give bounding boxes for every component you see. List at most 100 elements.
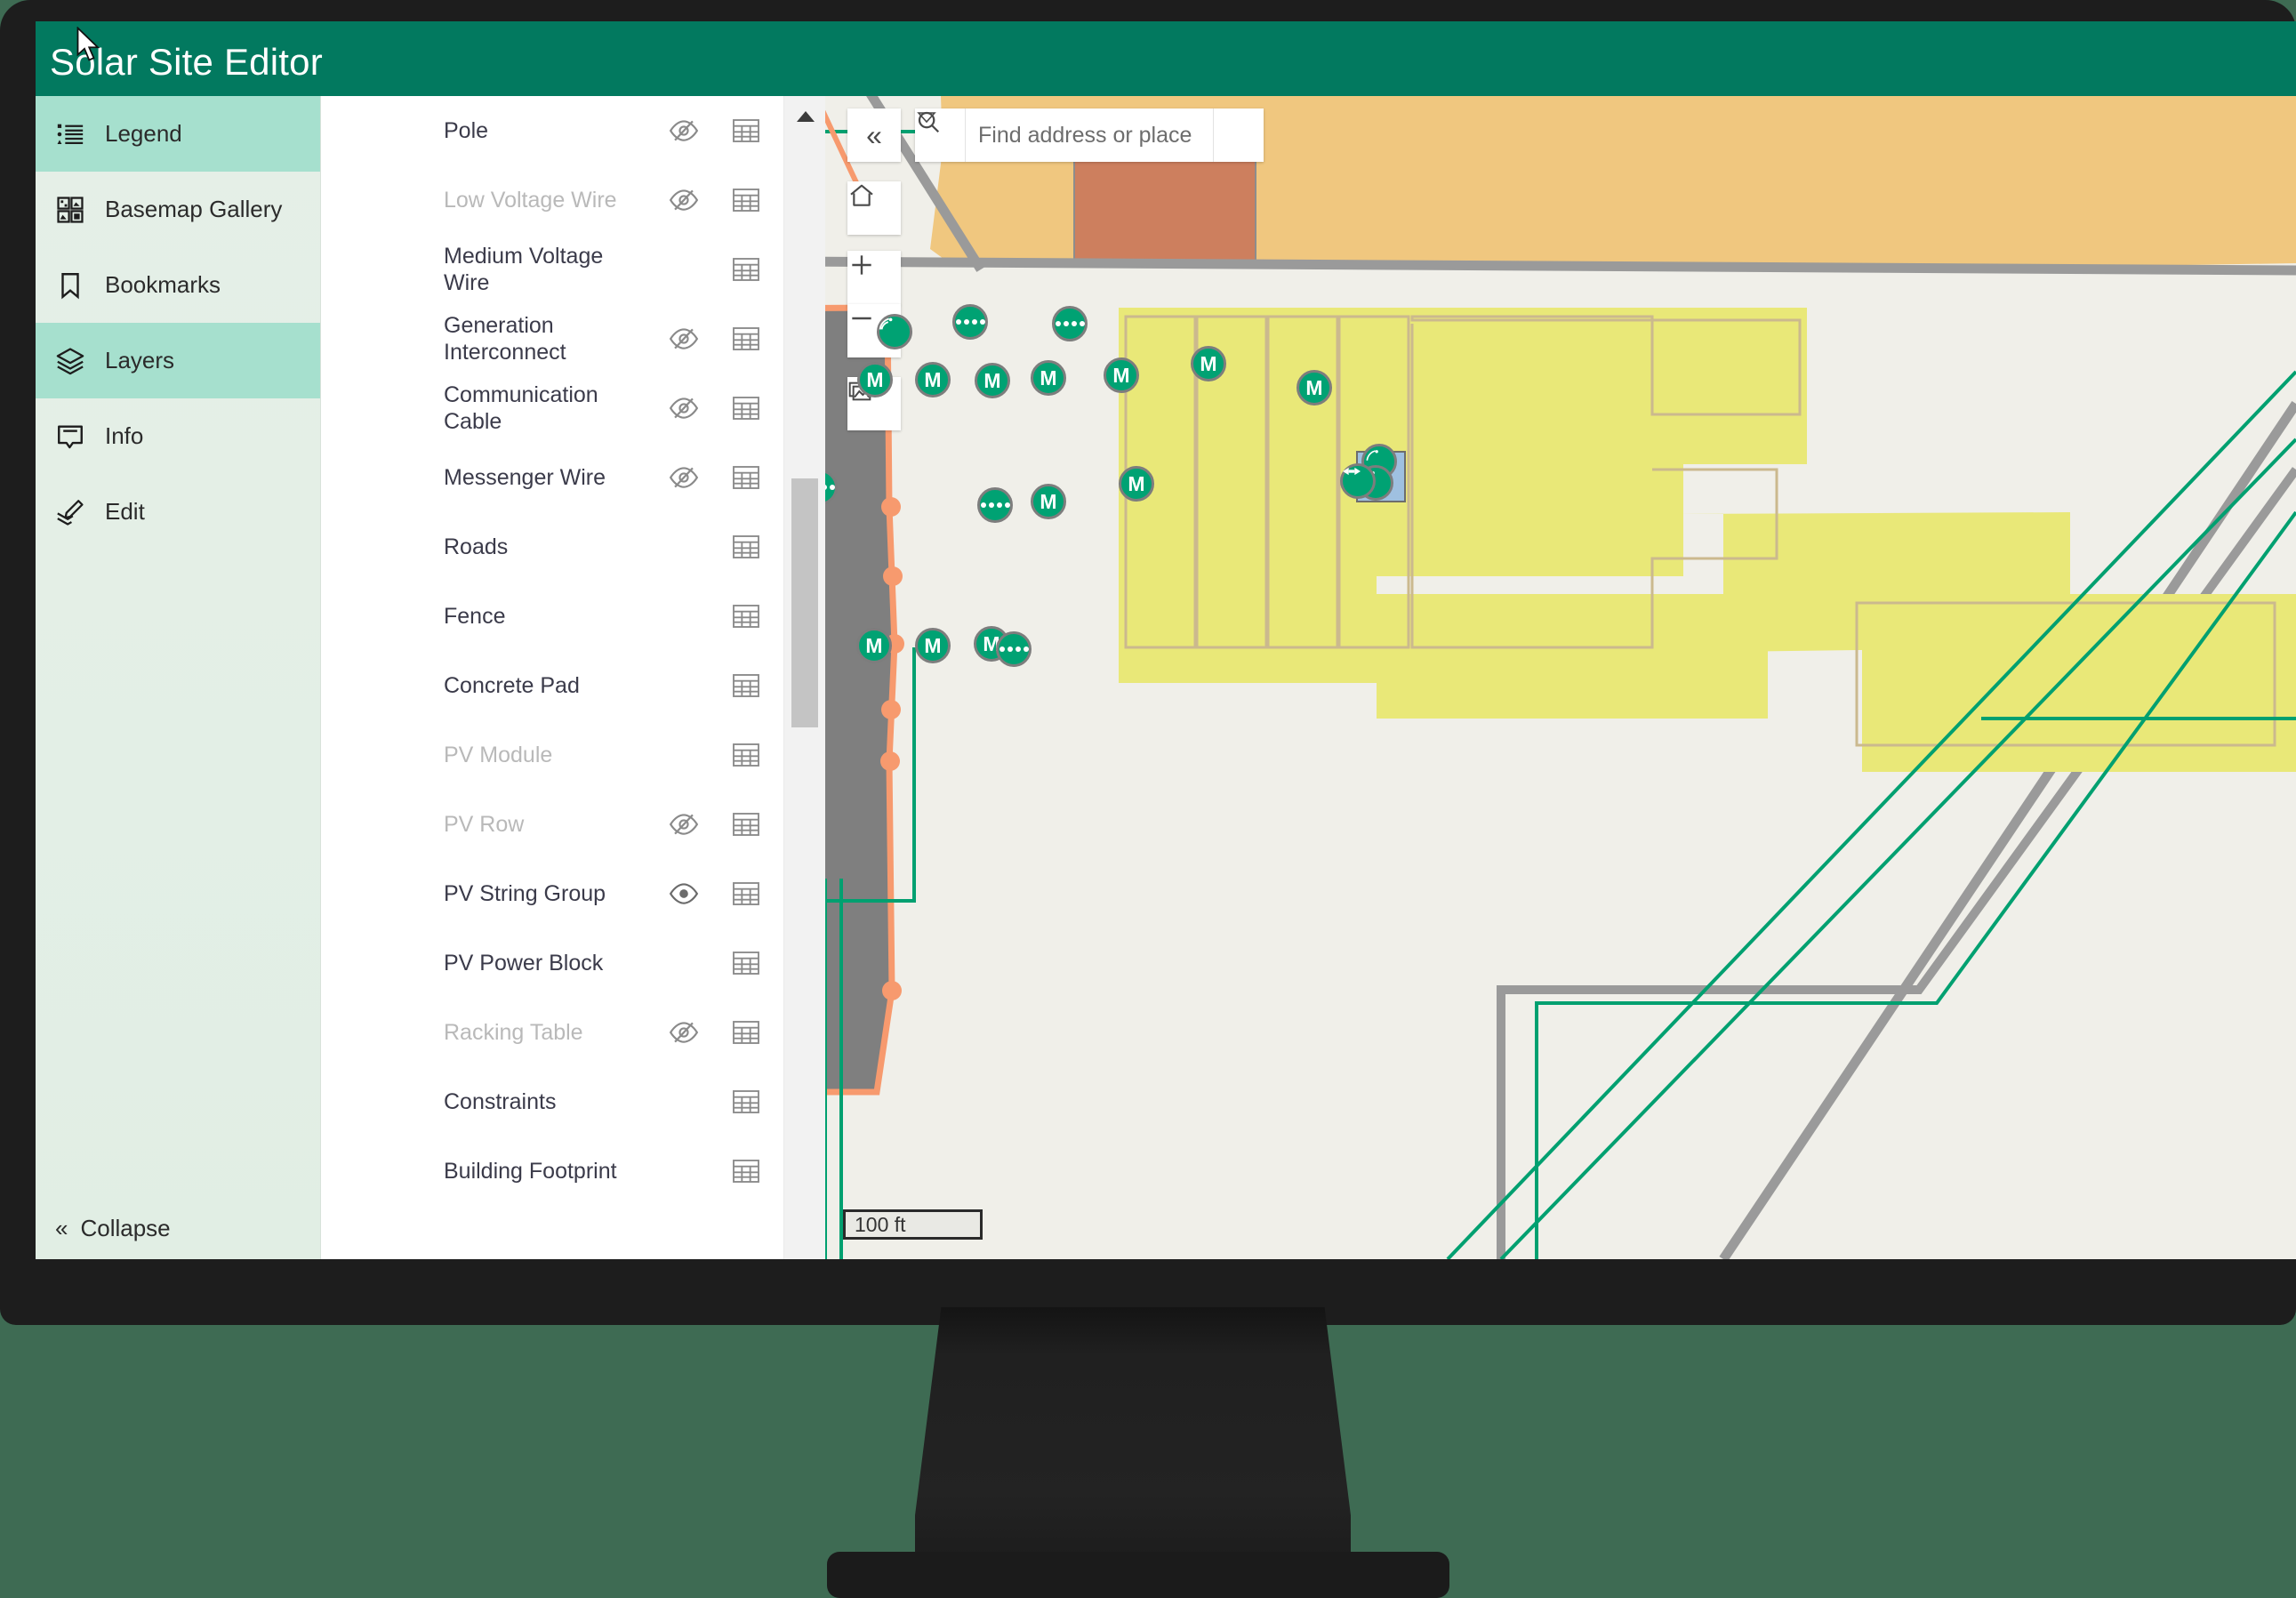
layer-name: Roads	[444, 534, 509, 559]
sidebar-item-bookmarks[interactable]: Bookmarks	[36, 247, 320, 323]
map-marker-dots[interactable]	[996, 631, 1032, 667]
map-marker-m[interactable]: M	[915, 362, 951, 397]
attribute-table-icon[interactable]	[728, 598, 764, 634]
attribute-table-icon[interactable]	[728, 182, 764, 218]
left-sidebar: Legend Basemap Gallery Bookmarks Layers …	[36, 96, 321, 1259]
attribute-table-icon[interactable]	[728, 390, 764, 426]
map-marker-dots[interactable]	[825, 470, 838, 505]
layer-row[interactable]: Pole	[321, 96, 783, 165]
layer-name: Pole	[444, 117, 489, 143]
layer-row[interactable]: Low Voltage Wire	[321, 165, 783, 235]
sidebar-item-layers[interactable]: Layers	[36, 323, 320, 398]
scrollbar-thumb[interactable]	[791, 478, 818, 727]
layer-name: PV String Group	[444, 880, 606, 906]
eye-slash-icon[interactable]	[666, 460, 702, 495]
map-home-button[interactable]	[847, 181, 901, 235]
search-icon[interactable]	[918, 108, 1264, 162]
map-search-bar[interactable]	[915, 108, 1264, 162]
map-marker-m[interactable]: M	[1031, 360, 1066, 396]
chevron-double-left-icon: «	[55, 1214, 68, 1241]
layer-name: Low Voltage Wire	[444, 187, 617, 213]
map-marker-m[interactable]: M	[1104, 357, 1139, 393]
layer-row[interactable]: Messenger Wire	[321, 443, 783, 512]
sidebar-item-info[interactable]: Info	[36, 398, 320, 474]
attribute-table-icon[interactable]	[728, 1084, 764, 1120]
attribute-table-icon[interactable]	[728, 460, 764, 495]
map-canvas[interactable]: « Find address or place M M M M M M M M …	[825, 96, 2296, 1259]
attribute-table-icon[interactable]	[728, 113, 764, 149]
sidebar-item-legend[interactable]: Legend	[36, 96, 320, 172]
layer-row[interactable]: Fence	[321, 582, 783, 651]
sidebar-item-edit[interactable]: Edit	[36, 474, 320, 550]
four-dots-icon	[1055, 321, 1085, 326]
layer-row[interactable]: Medium Voltage Wire	[321, 235, 783, 304]
four-dots-icon	[999, 646, 1029, 652]
attribute-table-icon[interactable]	[728, 252, 764, 287]
attribute-table-icon[interactable]	[728, 876, 764, 911]
layer-row-actions	[659, 1084, 783, 1120]
sidebar-item-label: Edit	[105, 498, 145, 525]
layer-row[interactable]: Generation Interconnect	[321, 304, 783, 373]
info-callout-icon	[55, 419, 96, 454]
scale-label: 100 ft	[855, 1212, 906, 1236]
eye-slash-icon[interactable]	[666, 390, 702, 426]
eye-icon[interactable]	[666, 876, 702, 911]
layer-row[interactable]: Constraints	[321, 1067, 783, 1136]
attribute-table-icon[interactable]	[728, 1153, 764, 1189]
eye-slash-icon[interactable]	[666, 321, 702, 357]
map-scale-bar: 100 ft	[843, 1209, 983, 1240]
monitor: Solar Site Editor Legend Basemap Gallery…	[0, 0, 2296, 1598]
layer-row[interactable]: Communication Cable	[321, 373, 783, 443]
caret-up-icon[interactable]	[784, 101, 826, 132]
layer-row[interactable]: PV String Group	[321, 859, 783, 928]
attribute-table-icon[interactable]	[728, 945, 764, 981]
eye-slash-icon[interactable]	[666, 182, 702, 218]
attribute-table-icon[interactable]	[728, 529, 764, 565]
eye-slash-icon[interactable]	[666, 807, 702, 842]
sidebar-item-basemap-gallery[interactable]: Basemap Gallery	[36, 172, 320, 247]
layer-row[interactable]: Racking Table	[321, 998, 783, 1067]
layer-row[interactable]: PV Module	[321, 720, 783, 790]
map-marker-m[interactable]: M	[1031, 484, 1066, 519]
attribute-table-icon[interactable]	[728, 668, 764, 703]
eye-slash-icon[interactable]	[666, 113, 702, 149]
collapse-sidebar-button[interactable]: « Collapse	[36, 1197, 320, 1259]
pv-power-block-D	[1377, 594, 1768, 719]
attribute-table-icon[interactable]	[728, 1015, 764, 1050]
map-marker-cluster[interactable]	[1340, 444, 1408, 504]
attribute-table-icon[interactable]	[728, 321, 764, 357]
search-input[interactable]	[966, 108, 1213, 162]
map-marker-m[interactable]: M	[857, 362, 893, 397]
layer-row[interactable]: PV Row	[321, 790, 783, 859]
layer-row[interactable]: PV Power Block	[321, 928, 783, 998]
legend-list-icon	[55, 116, 96, 152]
map-marker-dots[interactable]	[1052, 306, 1088, 341]
map-marker-dots[interactable]	[952, 304, 988, 340]
map-marker-m[interactable]: M	[915, 628, 951, 663]
map-marker-m[interactable]: M	[856, 628, 892, 663]
map-marker-m[interactable]: M	[975, 363, 1010, 398]
map-zoom-in-button[interactable]	[847, 251, 901, 305]
sidebar-item-label: Legend	[105, 120, 182, 147]
map-marker-m[interactable]: M	[1191, 346, 1226, 381]
map-marker-m[interactable]: M	[1119, 466, 1154, 502]
layer-row-actions	[659, 598, 783, 634]
attribute-table-icon[interactable]	[728, 737, 764, 773]
eye-slash-icon[interactable]	[666, 1015, 702, 1050]
layer-name: Fence	[444, 603, 506, 629]
map-marker-dots[interactable]	[977, 487, 1013, 523]
edit-pencil-icon	[55, 494, 96, 530]
map-marker-signal[interactable]	[877, 314, 912, 349]
monitor-stand-neck	[915, 1307, 1351, 1574]
map-marker-m[interactable]: M	[1297, 370, 1332, 406]
layer-row[interactable]: Concrete Pad	[321, 651, 783, 720]
attribute-table-icon[interactable]	[728, 807, 764, 842]
layer-row-actions	[659, 321, 783, 357]
layer-row[interactable]: Building Footprint	[321, 1136, 783, 1206]
visibility-spacer	[666, 668, 702, 703]
map-collapse-panel-button[interactable]: «	[847, 108, 901, 162]
layer-name: Messenger Wire	[444, 464, 606, 490]
layers-scrollbar[interactable]	[783, 96, 826, 1259]
layer-row-actions	[659, 182, 783, 218]
layer-row[interactable]: Roads	[321, 512, 783, 582]
